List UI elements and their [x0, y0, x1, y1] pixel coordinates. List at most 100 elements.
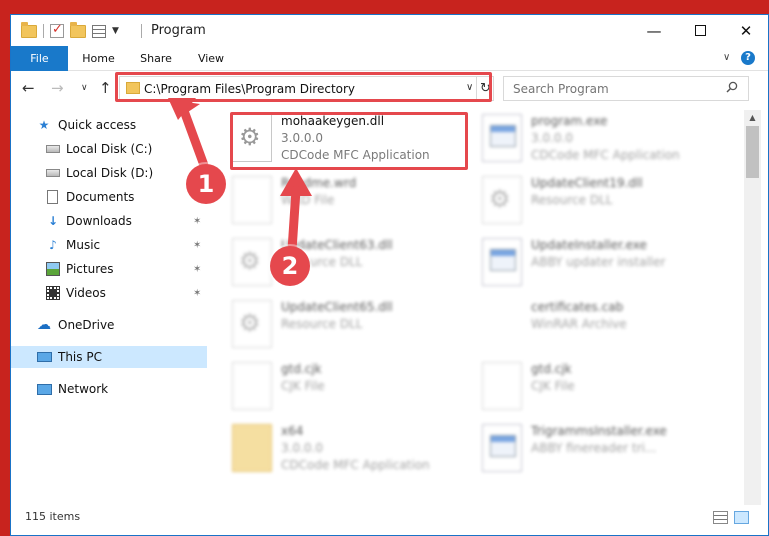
details-view-icon[interactable] — [713, 511, 728, 524]
sidebar-item-this-pc[interactable]: This PC — [11, 346, 207, 368]
customize-toolbar-icon[interactable]: ▼ — [112, 26, 119, 36]
music-icon: ♪ — [49, 238, 57, 252]
sidebar-item-label: Pictures — [66, 262, 114, 276]
pin-icon[interactable]: ✶ — [193, 288, 201, 299]
maximize-button[interactable] — [677, 15, 723, 46]
up-arrow-icon[interactable]: ↑ — [99, 79, 112, 97]
sidebar-item-downloads[interactable]: ↓ Downloads ✶ — [11, 210, 207, 232]
file-item[interactable]: certificates.cab WinRAR Archive — [476, 296, 726, 358]
folder-icon[interactable] — [21, 21, 37, 38]
exe-file-icon — [482, 114, 522, 162]
pictures-icon — [46, 262, 60, 276]
file-type: CJK File — [281, 379, 325, 393]
file-type: CJK File — [531, 379, 575, 393]
quick-access-toolbar: ▼ — [21, 21, 119, 40]
properties-icon[interactable] — [92, 24, 106, 38]
tiles-view-icon[interactable] — [734, 511, 749, 524]
address-bar-highlight — [115, 72, 492, 102]
scroll-up-icon[interactable]: ▲ — [744, 110, 761, 126]
file-item[interactable]: UpdateInstaller.exe ABBY updater install… — [476, 234, 726, 296]
disk-icon — [46, 145, 60, 153]
sidebar-item-onedrive[interactable]: ☁ OneDrive — [11, 314, 207, 336]
navigation-pane: ★ Quick access Local Disk (C:) ✶ Local D… — [11, 110, 207, 510]
pin-icon[interactable]: ✶ — [193, 144, 201, 155]
new-folder-icon[interactable] — [70, 21, 86, 38]
scrollbar-thumb[interactable] — [746, 126, 759, 178]
videos-icon — [46, 286, 60, 300]
exe-file-icon — [482, 424, 522, 472]
document-file-icon — [232, 362, 272, 410]
pin-icon[interactable]: ✶ — [193, 216, 201, 227]
back-arrow-icon[interactable]: ← — [22, 79, 35, 97]
sidebar-item-label: Local Disk (D:) — [66, 166, 154, 180]
dll-file-icon — [232, 300, 272, 348]
minimize-button[interactable]: — — [631, 15, 677, 46]
step-2-badge: 2 — [270, 246, 310, 286]
minimize-icon: — — [646, 21, 662, 40]
sidebar-item-network[interactable]: Network — [11, 378, 207, 400]
file-name: x64 — [281, 424, 304, 438]
file-item[interactable]: x64 3.0.0.0 CDCode MFC Application — [226, 420, 476, 482]
file-description: CDCode MFC Application — [531, 148, 680, 162]
file-type: Resource DLL — [531, 193, 613, 207]
sidebar-item-label: Videos — [66, 286, 106, 300]
file-item[interactable]: Readme.wrd WRD File — [226, 172, 476, 234]
tab-view[interactable]: View — [191, 46, 231, 71]
sidebar-item-label: Music — [66, 238, 101, 252]
sidebar-item-local-disk-d[interactable]: Local Disk (D:) ✶ — [11, 162, 207, 184]
help-icon[interactable]: ? — [741, 51, 755, 65]
file-name: certificates.cab — [531, 300, 624, 314]
file-name: TrigrammsInstaller.exe — [531, 424, 667, 438]
pin-icon[interactable]: ✶ — [193, 264, 201, 275]
sidebar-item-label: Quick access — [58, 118, 137, 132]
file-name: program.exe — [531, 114, 608, 128]
sidebar-item-videos[interactable]: Videos ✶ — [11, 282, 207, 304]
sidebar-item-music[interactable]: ♪ Music ✶ — [11, 234, 207, 256]
file-highlight — [230, 112, 468, 170]
file-name: Readme.wrd — [281, 176, 357, 190]
close-button[interactable]: ✕ — [723, 15, 768, 46]
file-name: UpdateClient19.dll — [531, 176, 643, 190]
sidebar-item-quick-access[interactable]: ★ Quick access — [11, 114, 207, 136]
tab-file[interactable]: File — [11, 46, 68, 71]
tab-share[interactable]: Share — [136, 46, 176, 71]
file-item[interactable]: UpdateClient63.dll Resource DLL — [226, 234, 476, 296]
search-icon[interactable] — [726, 81, 738, 93]
archive-file-icon — [482, 300, 522, 348]
sidebar-item-local-disk-c[interactable]: Local Disk (C:) ✶ — [11, 138, 207, 160]
disk-icon — [46, 169, 60, 177]
recent-locations-chevron-icon[interactable]: ∨ — [81, 83, 88, 93]
sidebar-item-label: OneDrive — [58, 318, 115, 332]
file-type: WinRAR Archive — [531, 317, 627, 331]
file-item[interactable]: UpdateClient19.dll Resource DLL — [476, 172, 726, 234]
forward-arrow-icon[interactable]: → — [51, 79, 64, 97]
file-item[interactable]: TrigrammsInstaller.exe ABBY finereader t… — [476, 420, 726, 482]
tab-home[interactable]: Home — [76, 46, 121, 71]
properties-check-icon[interactable] — [50, 22, 64, 38]
document-file-icon — [482, 362, 522, 410]
file-description: CDCode MFC Application — [281, 458, 430, 472]
expand-ribbon-chevron-icon[interactable]: ∨ — [723, 52, 730, 63]
sidebar-item-pictures[interactable]: Pictures ✶ — [11, 258, 207, 280]
search-input[interactable] — [504, 77, 724, 100]
sidebar-item-documents[interactable]: Documents ✶ — [11, 186, 207, 208]
file-item[interactable]: program.exe 3.0.0.0 CDCode MFC Applicati… — [476, 110, 726, 172]
pin-icon[interactable]: ✶ — [193, 240, 201, 251]
file-name: UpdateInstaller.exe — [531, 238, 647, 252]
file-item[interactable]: gtd.cjk CJK File — [226, 358, 476, 420]
file-item[interactable]: gtd.cjk CJK File — [476, 358, 726, 420]
cloud-icon: ☁ — [37, 317, 51, 333]
dll-file-icon — [482, 176, 522, 224]
window-title: Program — [151, 23, 206, 38]
ribbon-tabs: File Home Share View ∨ ? — [11, 46, 768, 71]
file-name: UpdateClient65.dll — [281, 300, 393, 314]
search-box[interactable] — [503, 76, 749, 101]
documents-icon — [47, 190, 58, 204]
item-count: 115 items — [25, 510, 81, 523]
network-icon — [37, 383, 52, 395]
vertical-scrollbar[interactable]: ▲ — [744, 110, 761, 505]
sidebar-item-label: Documents — [66, 190, 135, 204]
file-type: Resource DLL — [281, 317, 363, 331]
file-item[interactable]: UpdateClient65.dll Resource DLL — [226, 296, 476, 358]
file-name: gtd.cjk — [531, 362, 572, 376]
